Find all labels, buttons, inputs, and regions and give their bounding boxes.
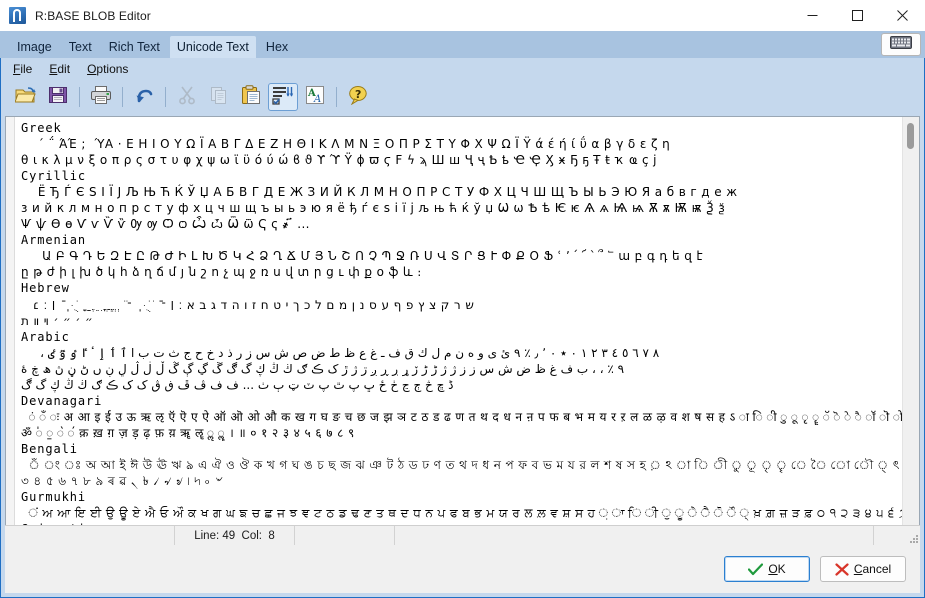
menu-options[interactable]: Options — [87, 62, 128, 76]
editor-script-heading: Hebrew — [15, 280, 902, 296]
editor-text-line: ॐ ॑ ॒ ॓ ॔ क़ ख़ ग़ ज़ ड़ ढ़ फ़ य़ ॠ ॡ ॢ … — [15, 425, 902, 441]
blob-editor-window: R:BASE BLOB Editor Image Text Rich Text … — [0, 0, 925, 598]
menu-edit[interactable]: Edit — [49, 62, 70, 76]
menu-file[interactable]: File — [13, 62, 32, 76]
window-title: R:BASE BLOB Editor — [35, 9, 151, 23]
toolbar-separator — [336, 87, 337, 107]
spell-check-button[interactable] — [268, 83, 298, 111]
cancel-button-label: Cancel — [854, 562, 891, 576]
keyboard-icon — [890, 36, 912, 54]
paste-button[interactable] — [236, 83, 266, 111]
minimize-button[interactable] — [790, 0, 835, 31]
editor-panel: Greek ΄ ΅ ΆΈ ; ΍ ΎΑ · Ε Η Ι Ο Υ Ω Ϊ Α Β … — [5, 116, 920, 525]
undo-arrow-icon — [134, 85, 154, 110]
open-button[interactable] — [11, 83, 41, 111]
toolbar-separator — [79, 87, 80, 107]
editor-text-line: ڈ ڇ څ ڄ ڃ ڂ ځ ڀ پ ٿ پ ٽ ټ ٻ ٺ ... ف ف ڤ … — [15, 377, 902, 393]
status-bar: Line: 49 Col: 8 — [5, 525, 920, 545]
spell-check-icon — [272, 85, 294, 110]
undo-button[interactable] — [129, 83, 159, 111]
dialog-button-bar: OK Cancel — [5, 545, 920, 593]
rbase-logo-icon — [9, 7, 26, 24]
status-line-col: Line: 49 Col: 8 — [175, 526, 295, 545]
ok-button-label: OK — [768, 562, 785, 576]
status-cell-left — [5, 526, 175, 545]
editor-text-line: ৩ ৪ ৫ ৬ ৭ ৮ ৯ ৰ ৱ ৲ ৳ ৴ ৵ ৶ ৷ ৸ ৹ ৺ — [15, 473, 902, 489]
editor-script-heading: Greek — [15, 120, 902, 136]
window-controls — [790, 0, 925, 31]
title-bar: R:BASE BLOB Editor — [0, 0, 925, 31]
open-folder-icon — [15, 85, 37, 110]
editor-script-heading: Armenian — [15, 232, 902, 248]
toolbar-separator — [165, 87, 166, 107]
cut-button — [172, 83, 202, 111]
svg-text:?: ? — [355, 88, 361, 101]
scissors-icon — [178, 85, 196, 110]
status-cell-4 — [395, 526, 828, 545]
editor-script-heading: Devanagari — [15, 393, 902, 409]
copy-button — [204, 83, 234, 111]
client-area: File Edit Options — [0, 58, 925, 598]
editor-script-heading: Cyrillic — [15, 168, 902, 184]
menu-bar: File Edit Options — [1, 58, 924, 79]
menu-edit-label-rest: dit — [57, 62, 70, 76]
editor-text-line: ं ँ ः अ आ इ ई उ ऊ ऋ ऌ ऍ ऎ ए ऐ ऑ ऒ ओ औ क … — [15, 409, 902, 425]
x-icon — [835, 563, 849, 576]
toolbar-separator — [122, 87, 123, 107]
save-button[interactable] — [43, 83, 73, 111]
editor-text-line: з и й к л м н о п р с т у ф х ц ч ш щ ъ … — [15, 200, 902, 216]
editor-text-line: ٩ ٪ ، ، ب ف غ ظ ض ش س ز ز ژ ژ ڑ ڑ ڒ ړ ڔ … — [15, 361, 902, 377]
vertical-scrollbar[interactable] — [902, 117, 919, 525]
print-button[interactable] — [86, 83, 116, 111]
maximize-button[interactable] — [835, 0, 880, 31]
help-question-icon: ? — [347, 85, 369, 110]
editor-script-heading: Gurmukhi — [15, 489, 902, 505]
check-icon — [748, 563, 763, 576]
status-cell-3 — [295, 526, 395, 545]
toolbar: A A ? — [1, 79, 924, 115]
menu-options-label-rest: ptions — [96, 62, 128, 76]
status-cell-5 — [828, 526, 874, 545]
scrollbar-thumb[interactable] — [907, 123, 914, 149]
editor-script-heading: Bengali — [15, 441, 902, 457]
editor-text-line: ঁ ং ঃ অ আ ই ঈ উ ঊ ঋ ঌ এ ঐ ও ঔ ক খ গ ঘ ঙ … — [15, 457, 902, 473]
font-letter-icon: A A — [305, 85, 325, 110]
ok-button[interactable]: OK — [724, 556, 810, 582]
cancel-button[interactable]: Cancel — [820, 556, 906, 582]
tab-text[interactable]: Text — [62, 36, 99, 58]
editor-text-line: ਂ ਅ ਆ ਇ ਈ ਉ ਊ ਏ ਐ ਓ ਔ ਕ ਖ ਗ ਘ ਙ ਚ ਛ ਜ ਝ … — [15, 505, 902, 521]
tab-image[interactable]: Image — [10, 36, 59, 58]
floppy-disk-icon — [48, 85, 68, 110]
tab-hex[interactable]: Hex — [259, 36, 295, 58]
tab-bar: Image Text Rich Text Unicode Text Hex — [0, 31, 925, 58]
editor-text-line: ΄ ΅ ΆΈ ; ΍ ΎΑ · Ε Η Ι Ο Υ Ω Ϊ Α Β Γ Δ Ε … — [15, 136, 902, 152]
unicode-text-editor[interactable]: Greek ΄ ΅ ΆΈ ; ΍ ΎΑ · Ε Η Ι Ο Υ Ω Ϊ Α Β … — [15, 117, 902, 525]
editor-text-line: ש ר ק צ ץ פ ף ע ס נ ן מ ם ל כ ך י ט ח ז … — [15, 297, 902, 313]
tab-rich-text[interactable]: Rich Text — [102, 36, 167, 58]
editor-script-heading: Arabic — [15, 329, 902, 345]
tab-unicode-text[interactable]: Unicode Text — [170, 36, 256, 58]
font-button[interactable]: A A — [300, 83, 330, 111]
editor-text-line: ״ ׳ ״ ׳ ױ װ ת — [15, 313, 902, 329]
menu-file-label-rest: ile — [20, 62, 32, 76]
editor-text-line: θ ι κ λ μ ν ξ ο π ρ ς σ τ υ φ χ ψ ω ϊ ϋ … — [15, 152, 902, 168]
close-button[interactable] — [880, 0, 925, 31]
clipboard-paste-icon — [241, 85, 261, 110]
resize-grip[interactable] — [908, 533, 918, 543]
svg-text:A: A — [313, 94, 321, 105]
printer-icon — [90, 85, 112, 110]
editor-text-line: Ё Ђ Ѓ Є Ѕ І Ї Ј Љ Њ Ћ Ќ Ў Џ А Б В Г Д Е … — [15, 184, 902, 200]
editor-text-line: Ѱ ѱ Ѳ ѳ Ѵ ѵ Ѷ ѷ Ѹ ѹ Ѻ ѻ Ѽ ѽ Ѿ ѿ Ҁ ҁ ҂ ҃ … — [15, 216, 902, 232]
copy-pages-icon — [209, 85, 229, 110]
editor-gutter — [6, 117, 15, 525]
editor-text-line: Ա Բ Գ Դ Ե Զ Է Ը Թ Ժ Ի Լ Խ Ծ Կ Հ Ձ Ղ Ճ Մ … — [15, 248, 902, 264]
editor-text-line: ، ٨ ٧ ٦ ٥ ٤ ٣ ٢ ١ ٠ ٭ ۰ ٬ ٫ ٪ ٩ ئ ى و ه … — [15, 345, 902, 361]
keyboard-button[interactable] — [881, 33, 921, 56]
editor-text-line: ը թ ժ ի լ խ ծ կ հ ձ ղ ճ մ յ ն շ ո չ պ ջ … — [15, 264, 902, 280]
help-button[interactable]: ? — [343, 83, 373, 111]
